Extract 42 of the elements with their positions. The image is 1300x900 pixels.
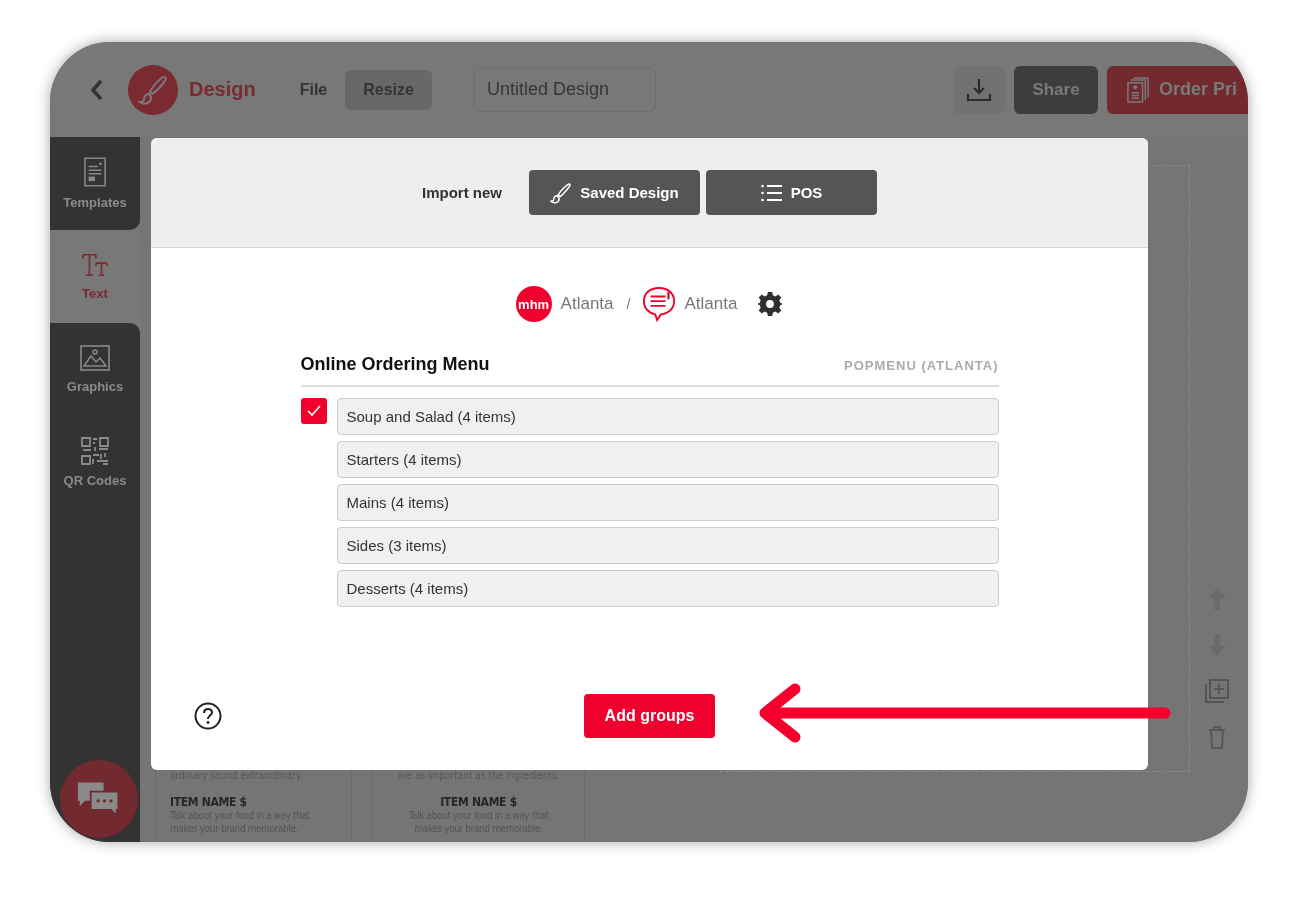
menu-group-item[interactable]: Soup and Salad (4 items): [336, 398, 999, 435]
checkmark-icon: [305, 403, 322, 419]
import-button[interactable]: Saved Design: [529, 170, 700, 215]
menu-group-item[interactable]: Sides (3 items): [336, 527, 999, 564]
list-icon: [760, 183, 783, 202]
location-name: Atlanta: [684, 294, 738, 314]
template-icon: [84, 157, 106, 187]
checkbox[interactable]: [300, 398, 327, 424]
speech-bubble-icon: [642, 286, 677, 322]
text-icon: [81, 252, 109, 278]
account-name: Atlanta: [560, 294, 614, 314]
back-icon[interactable]: [90, 78, 104, 101]
item-name: ITEM NAME $: [170, 795, 248, 809]
qr-code-icon: [81, 437, 109, 465]
sidebar-item[interactable]: QR Codes: [50, 416, 140, 509]
sidebar-item[interactable]: Templates: [50, 137, 140, 230]
menu-button[interactable]: File: [281, 69, 346, 110]
image-icon: [80, 345, 110, 371]
download-icon: [966, 76, 992, 103]
order-print-button[interactable]: Order Pri: [1107, 65, 1248, 114]
section-title: Online Ordering Menu: [300, 354, 490, 375]
help-icon[interactable]: [194, 702, 222, 730]
app-name: Design: [189, 78, 256, 101]
brush-logo-icon: [128, 64, 178, 115]
sidebar-item[interactable]: Graphics: [50, 323, 140, 416]
account-logo: mhm: [515, 286, 552, 322]
menu-group-item[interactable]: Desserts (4 items): [336, 570, 999, 607]
import-button[interactable]: POS: [706, 170, 877, 215]
breadcrumb-separator: /: [626, 296, 631, 312]
document-stack-icon: [1127, 76, 1149, 103]
download-button[interactable]: [953, 65, 1005, 114]
brush-icon: [550, 181, 573, 204]
item-name: ITEM NAME $: [440, 795, 517, 809]
import-label: Import new: [422, 184, 502, 201]
settings-icon[interactable]: [757, 291, 784, 317]
menu-group-item[interactable]: Mains (4 items): [336, 484, 999, 521]
add-groups-button[interactable]: Add groups: [584, 694, 715, 738]
menu-group-item[interactable]: Starters (4 items): [336, 441, 999, 478]
menu-source: POPMENU (ATLANTA): [844, 358, 999, 373]
title-field[interactable]: Untitled Design: [473, 67, 656, 112]
sidebar-item[interactable]: Text: [50, 230, 140, 323]
share-button[interactable]: Share: [1014, 65, 1098, 114]
